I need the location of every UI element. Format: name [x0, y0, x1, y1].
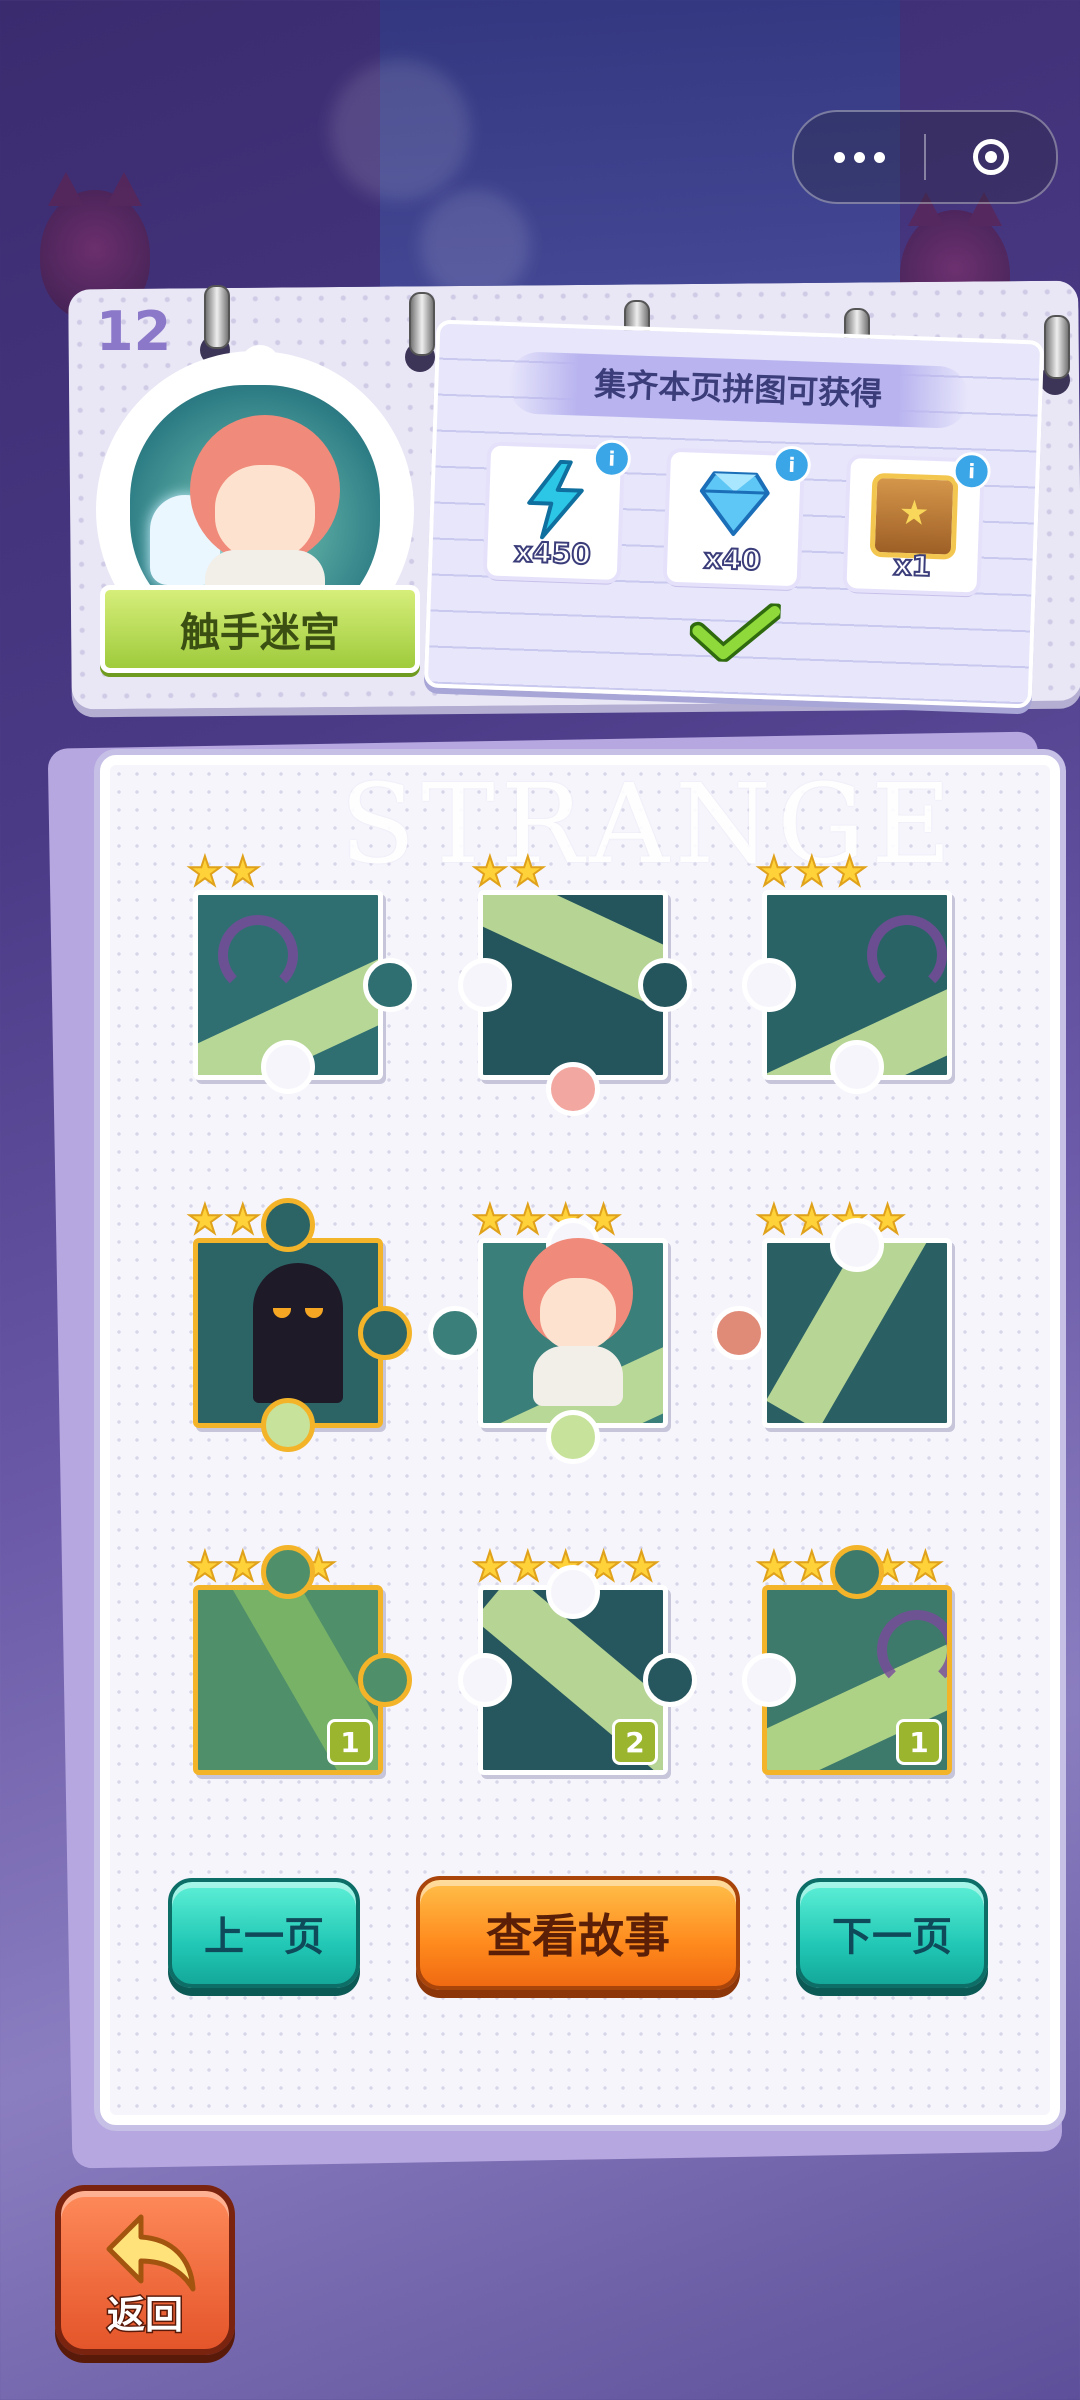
next-page-label: 下一页 [832, 1914, 952, 1960]
view-story-label: 查看故事 [486, 1909, 670, 1963]
puzzle-piece[interactable]: ★★★★★ 2 [458, 1546, 697, 1775]
piece-count-badge: 2 [612, 1719, 658, 1765]
piece-stars: ★★★★ [755, 1197, 906, 1243]
chapter-title: 触手迷宫 [180, 610, 340, 656]
reward-qty: x450 [513, 534, 593, 572]
piece-notch [458, 958, 512, 1012]
piece-tab [428, 1306, 482, 1360]
piece-tab [261, 1398, 315, 1452]
reward-diamond[interactable]: x40 i [666, 445, 812, 587]
piece-notch [742, 1653, 796, 1707]
reward-energy[interactable]: x450 i [486, 439, 632, 580]
view-story-button[interactable]: 查看故事 [416, 1876, 740, 1990]
piece-count-badge: 1 [896, 1719, 942, 1765]
miniprogram-capsule [792, 110, 1058, 204]
piece-tab [261, 1545, 315, 1599]
character-face [215, 465, 315, 560]
piece-notch [742, 958, 796, 1012]
puzzle-piece[interactable]: ★★★★ [428, 1199, 668, 1464]
next-page-button[interactable]: 下一页 [796, 1878, 988, 1988]
piece-tab [830, 1545, 884, 1599]
binder-ring [1044, 315, 1070, 379]
background-glow [330, 60, 470, 200]
piece-tab [261, 1198, 315, 1252]
reward-panel: 集齐本页拼图可获得 x450 i x40 i x1 i [423, 319, 1045, 709]
reward-qty: x40 [702, 541, 762, 578]
info-icon[interactable]: i [592, 439, 632, 479]
piece-stars: ★ ★ [471, 849, 547, 895]
puzzle-piece[interactable]: ★★★ [742, 851, 952, 1094]
back-button[interactable]: 返回 [55, 2185, 235, 2355]
piece-notch [261, 1040, 315, 1094]
chapter-title-banner: 触手迷宫 [100, 585, 420, 673]
piece-tab [638, 958, 692, 1012]
diamond-icon [699, 471, 770, 536]
background-glow [420, 190, 530, 300]
piece-notch [458, 1653, 512, 1707]
puzzle-piece[interactable]: ★★★★ [712, 1199, 952, 1428]
prev-page-button[interactable]: 上一页 [168, 1878, 360, 1988]
back-label: 返回 [105, 2292, 184, 2339]
reward-qty: x1 [892, 548, 933, 584]
piece-tab [712, 1306, 766, 1360]
puzzle-piece[interactable]: ★ ★ [186, 851, 417, 1094]
piece-notch [546, 1565, 600, 1619]
chapter-badge: 触手迷宫 [90, 345, 420, 675]
treasure-chest-icon [869, 472, 959, 560]
energy-bolt-icon [527, 459, 584, 540]
piece-stars: ★ ★ [186, 849, 262, 895]
puzzle-piece[interactable]: ★★★★★ 1 [742, 1545, 952, 1775]
info-icon[interactable]: i [951, 451, 992, 491]
piece-tab [546, 1062, 600, 1116]
piece-count-badge: 1 [327, 1719, 373, 1765]
piece-tab [643, 1653, 697, 1707]
piece-notch [830, 1040, 884, 1094]
character-face [540, 1278, 616, 1350]
prev-page-label: 上一页 [204, 1914, 324, 1960]
puzzle-piece[interactable]: ★★★★ 1 [186, 1545, 412, 1775]
character-body [533, 1346, 623, 1406]
piece-stars: ★★★★ [471, 1197, 622, 1243]
checkmark-icon [688, 602, 781, 663]
badge-hanger [240, 345, 280, 385]
piece-notch [830, 1218, 884, 1272]
reward-chest[interactable]: x1 i [846, 451, 992, 593]
binder-ring [204, 285, 230, 349]
piece-stars: ★★★ [755, 849, 869, 895]
puzzle-piece[interactable]: ★ ★ [458, 851, 692, 1116]
info-icon[interactable]: i [772, 445, 812, 485]
more-dots-icon[interactable] [794, 112, 924, 202]
puzzle-piece[interactable]: ★★★ [186, 1198, 412, 1452]
piece-tab [358, 1306, 412, 1360]
target-icon[interactable] [926, 139, 1056, 175]
piece-tab [358, 1653, 412, 1707]
piece-tab [546, 1410, 600, 1464]
piece-tab [363, 958, 417, 1012]
